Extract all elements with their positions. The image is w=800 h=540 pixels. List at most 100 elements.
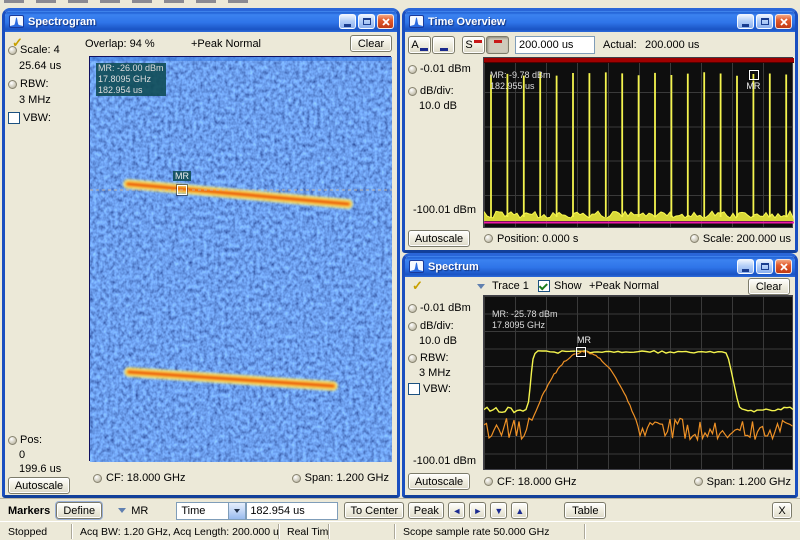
- to-center-button[interactable]: To Center: [344, 502, 404, 519]
- spectrogram-content: ✓ Overlap: 94 % +Peak Normal Clear Scale…: [5, 32, 397, 495]
- info-bullet-icon: [292, 474, 301, 483]
- center-frequency[interactable]: CF: 18.000 GHz: [497, 476, 576, 488]
- marker-type-value: Time: [177, 505, 228, 517]
- status-acquisition: Acq BW: 1.20 GHz, Acq Length: 200.000 us: [72, 524, 279, 539]
- close-markers-bar-button[interactable]: X: [772, 502, 792, 519]
- rbw-setting[interactable]: RBW:: [408, 352, 449, 364]
- info-bullet-icon: [690, 234, 699, 243]
- minimize-icon: [742, 24, 749, 27]
- top-level-setting[interactable]: -0.01 dBm: [408, 302, 471, 314]
- scale-setting[interactable]: Scale: 4: [8, 44, 60, 56]
- maximize-button[interactable]: [756, 259, 773, 274]
- peak-left-button[interactable]: ◄: [448, 502, 465, 519]
- show-checkbox[interactable]: [538, 280, 550, 292]
- minimize-button[interactable]: [339, 14, 356, 29]
- spectrum-s-label: S: [465, 39, 472, 51]
- close-button[interactable]: [377, 14, 394, 29]
- time-overview-content: A S Actual: 200.000 us -0.01 dBm dB/div:…: [405, 32, 795, 250]
- spectrogram-window: Spectrogram ✓ Overlap: 94 % +Peak Normal…: [2, 8, 400, 498]
- spectrum-titlebar[interactable]: Spectrum: [405, 256, 795, 277]
- clear-button[interactable]: Clear: [748, 278, 790, 295]
- minimize-button[interactable]: [737, 14, 754, 29]
- maximize-button[interactable]: [756, 14, 773, 29]
- trace-name[interactable]: Trace 1: [492, 280, 529, 292]
- pos-setting[interactable]: Pos:: [8, 434, 42, 446]
- marker-mr-handle[interactable]: [576, 347, 586, 357]
- spectrum-content: ✓ Trace 1 Show +Peak Normal Clear -0.01 …: [405, 277, 795, 495]
- vbw-checkbox[interactable]: [408, 383, 420, 395]
- y-bottom: -100.01 dBm: [413, 204, 476, 216]
- minimize-button[interactable]: [737, 259, 754, 274]
- clear-button[interactable]: Clear: [350, 35, 392, 52]
- autoscale-button[interactable]: Autoscale: [408, 230, 470, 247]
- analysis-length-button[interactable]: A: [408, 36, 431, 54]
- autoscale-button[interactable]: Autoscale: [408, 473, 470, 490]
- status-spare-1: [329, 524, 395, 539]
- autoscale-button[interactable]: Autoscale: [8, 477, 70, 494]
- marker-mr-handle[interactable]: [177, 185, 187, 195]
- detection-mode: +Peak Normal: [191, 38, 261, 50]
- vbw-setting[interactable]: VBW:: [408, 383, 451, 395]
- info-bullet-icon: [408, 304, 417, 313]
- actual-value: 200.000 us: [645, 39, 699, 51]
- top-level-setting[interactable]: -0.01 dBm: [408, 63, 471, 75]
- spectrum-length-button[interactable]: S: [462, 36, 485, 54]
- analysis-offset-button[interactable]: [432, 36, 455, 54]
- blue-bar-icon: [420, 48, 428, 51]
- peak-higher-button[interactable]: ▲: [511, 502, 528, 519]
- marker-position-input[interactable]: [246, 502, 338, 520]
- rbw-setting[interactable]: RBW:: [8, 78, 49, 90]
- marker-type-combobox[interactable]: Time: [176, 502, 246, 520]
- vbw-setting[interactable]: VBW:: [8, 112, 51, 124]
- marker-select-dropdown-icon[interactable]: [118, 508, 126, 513]
- status-spare-2: [585, 524, 800, 539]
- peak-lower-button[interactable]: ▼: [490, 502, 507, 519]
- dbdiv-setting[interactable]: dB/div:: [408, 85, 454, 97]
- rbw-value: 3 MHz: [419, 367, 451, 379]
- rbw-value-text: 3 MHz: [419, 367, 451, 379]
- trace-dropdown-icon[interactable]: [477, 284, 485, 289]
- marker-readout-line2: 182.955 us: [490, 81, 551, 92]
- spectrum-offset-button[interactable]: [486, 36, 509, 54]
- marker-mr-handle[interactable]: [749, 70, 759, 80]
- position-readout[interactable]: Position: 0.000 s: [497, 233, 578, 245]
- pos-label: Pos:: [20, 434, 42, 446]
- spectrogram-plot[interactable]: MR: -26.00 dBm 17.8095 GHz 182.954 us MR: [89, 56, 391, 461]
- info-bullet-icon: [408, 322, 417, 331]
- selected-marker-name: MR: [131, 505, 148, 517]
- pos-value-1: 0: [19, 449, 25, 461]
- spectrogram-titlebar[interactable]: Spectrogram: [5, 11, 397, 32]
- define-markers-button[interactable]: Define: [56, 502, 102, 519]
- dbdiv-value: 10.0 dB: [419, 335, 457, 347]
- time-overview-plot[interactable]: MR: -9.78 dBm 182.955 us MR: [483, 57, 793, 228]
- info-bullet-icon: [8, 46, 17, 55]
- y-bottom-label: -100.01 dBm: [413, 204, 476, 216]
- span-readout[interactable]: Span: 1.200 GHz: [305, 472, 389, 484]
- vbw-label: VBW:: [23, 112, 51, 124]
- center-frequency[interactable]: CF: 18.000 GHz: [106, 472, 185, 484]
- span-readout[interactable]: Span: 1.200 GHz: [707, 476, 791, 488]
- close-icon: [381, 17, 391, 27]
- combo-dropdown-button[interactable]: [228, 503, 245, 519]
- peak-right-button[interactable]: ►: [469, 502, 486, 519]
- close-button[interactable]: [775, 14, 792, 29]
- vbw-label: VBW:: [423, 383, 451, 395]
- close-button[interactable]: [775, 259, 792, 274]
- vbw-checkbox[interactable]: [8, 112, 20, 124]
- peak-button[interactable]: Peak: [408, 502, 444, 519]
- app-icon: [409, 15, 424, 28]
- maximize-button[interactable]: [358, 14, 375, 29]
- status-sample-rate: Scope sample rate 50.000 GHz: [395, 524, 585, 539]
- dbdiv-setting[interactable]: dB/div:: [408, 320, 454, 332]
- clipped-toolbar-above: [4, 0, 254, 3]
- scale-readout[interactable]: Scale: 200.000 us: [703, 233, 791, 245]
- marker-table-button[interactable]: Table: [564, 502, 606, 519]
- marker-mr-label: MR: [746, 81, 760, 91]
- marker-readout: MR: -25.78 dBm 17.8095 GHz: [492, 309, 558, 331]
- time-overview-titlebar[interactable]: Time Overview: [405, 11, 795, 32]
- spectrum-plot[interactable]: MR: -25.78 dBm 17.8095 GHz MR: [483, 295, 793, 470]
- dbdiv-value-text: 10.0 dB: [419, 335, 457, 347]
- marker-readout-line2: 17.8095 GHz: [492, 320, 558, 331]
- dbdiv-label: dB/div:: [420, 320, 454, 332]
- analysis-length-input[interactable]: [515, 36, 595, 54]
